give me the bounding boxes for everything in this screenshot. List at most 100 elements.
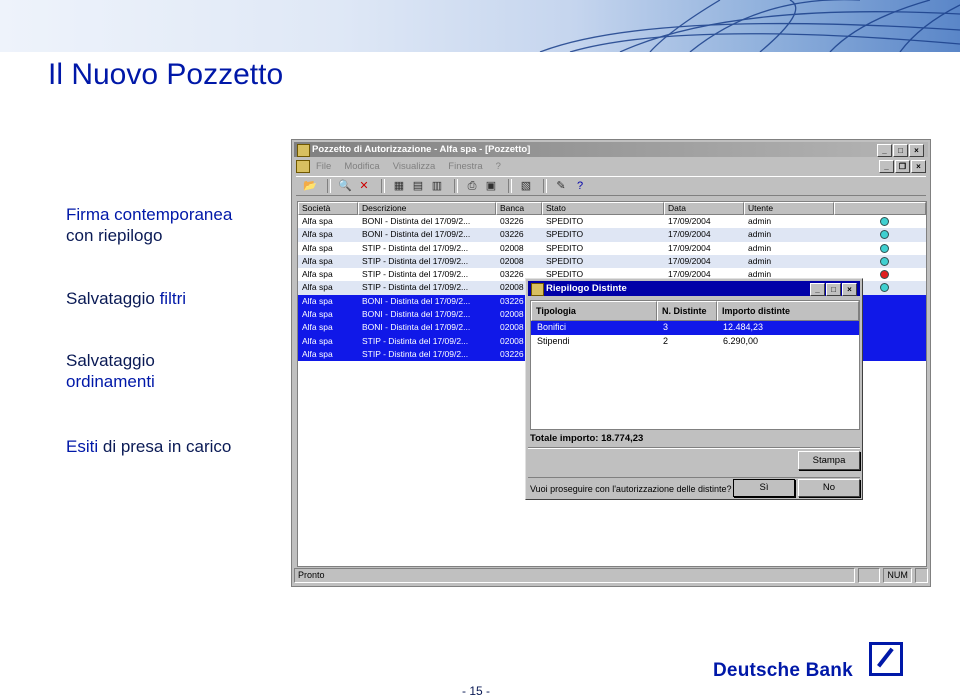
bullet-line: con riepilogo — [66, 226, 163, 245]
cell-data: 17/09/2004 — [668, 255, 711, 266]
riepilogo-table[interactable]: Tipologia N. Distinte Importo distinte B… — [530, 300, 860, 430]
deutsche-bank-logo-text: Deutsche Bank — [713, 660, 853, 681]
sign-icon[interactable]: ✎ — [553, 179, 569, 193]
no-button[interactable]: No — [798, 479, 860, 497]
toolbar: 📂 🔍 ✕ ▦ ▤ ▥ ⎙ ▣ ▧ ✎ ? — [296, 176, 926, 196]
menu-visualizza[interactable]: Visualizza — [393, 161, 436, 172]
help-icon[interactable]: ? — [572, 179, 588, 193]
cell-banca: 02008 — [500, 255, 524, 266]
cell-descrizione: STIP - Distinta del 17/09/2... — [362, 335, 469, 346]
delete-icon[interactable]: ✕ — [356, 179, 372, 193]
window-title: Pozzetto di Autorizzazione - Alfa spa - … — [312, 144, 531, 155]
bullet-text: filtri — [159, 289, 187, 308]
cell-stato: SPEDITO — [546, 216, 584, 226]
bullet-text: di presa in carico — [102, 437, 232, 456]
status-cell — [834, 242, 926, 255]
cell-descrizione: BONI - Distinta del 17/09/2... — [362, 322, 471, 333]
column-header-utente[interactable]: Utente — [744, 202, 834, 215]
window-titlebar[interactable]: Pozzetto di Autorizzazione - Alfa spa - … — [294, 142, 928, 157]
total-amount: Totale importo: 18.774,23 — [530, 433, 644, 444]
menu-finestra[interactable]: Finestra — [448, 161, 482, 172]
calendar-icon[interactable]: ▥ — [429, 179, 445, 193]
status-light-icon — [880, 283, 889, 293]
child-minimize-button[interactable]: _ — [879, 160, 894, 173]
cell-societa: Alfa spa — [302, 309, 333, 320]
column-header-descrizione[interactable]: Descrizione — [358, 202, 496, 215]
table-row[interactable]: Alfa spa BONI - Distinta del 17/09/2... 03… — [298, 228, 926, 242]
grid-header: Società Descrizione Banca Stato Data Ute… — [298, 202, 926, 215]
status-light-icon — [880, 230, 889, 240]
document-icon — [296, 159, 310, 173]
maximize-button[interactable]: □ — [826, 283, 841, 296]
cell-banca: 03226 — [500, 229, 524, 240]
child-restore-button[interactable]: ❐ — [895, 160, 910, 173]
column-header-societa[interactable]: Società — [298, 202, 358, 215]
table-row[interactable]: Alfa spa STIP - Distinta del 17/09/2... 02… — [298, 254, 926, 269]
menu-help[interactable]: ? — [496, 161, 501, 172]
cell-utente: admin — [748, 255, 772, 266]
child-close-button[interactable]: × — [911, 160, 926, 173]
column-header-stato[interactable]: Stato — [542, 202, 664, 215]
bullet-line: ordinamenti — [66, 372, 155, 391]
cell-data: 17/09/2004 — [668, 229, 711, 240]
cell-descrizione: STIP - Distinta del 17/09/2... — [362, 348, 469, 359]
cell-importo: 12.484,23 — [723, 322, 764, 332]
maximize-button[interactable]: □ — [893, 144, 908, 157]
bullet-text: Salvataggio — [66, 289, 155, 308]
cell-utente: admin — [748, 242, 772, 253]
divider — [528, 447, 860, 449]
cell-utente: admin — [748, 229, 772, 240]
filter-icon[interactable]: ▦ — [391, 179, 407, 193]
status-panel — [857, 568, 881, 583]
column-header-n-distinte[interactable]: N. Distinte — [657, 301, 717, 321]
filter-sort-icon[interactable]: ▤ — [410, 179, 426, 193]
status-light-icon — [880, 217, 889, 226]
minimize-button[interactable]: _ — [877, 144, 892, 157]
column-header-data[interactable]: Data — [664, 202, 744, 215]
table-row[interactable]: Alfa spa BONI - Distinta del 17/09/2... 03… — [298, 215, 926, 228]
cell-utente: admin — [748, 216, 772, 226]
app-icon — [297, 144, 310, 157]
table-row[interactable]: Stipendi 2 6.290,00 — [531, 335, 859, 349]
print-icon[interactable]: ⎙ — [464, 179, 480, 193]
column-header-banca[interactable]: Banca — [496, 202, 542, 215]
toolbar-separator — [381, 179, 385, 193]
cell-societa: Alfa spa — [302, 295, 333, 306]
menu-modifica[interactable]: Modifica — [344, 161, 379, 172]
cell-descrizione: STIP - Distinta del 17/09/2... — [362, 282, 469, 293]
cell-descrizione: BONI - Distinta del 17/09/2... — [362, 309, 471, 320]
confirm-question: Vuoi proseguire con l'autorizzazione del… — [530, 484, 732, 494]
minimize-button[interactable]: _ — [810, 283, 825, 296]
cell-descrizione: BONI - Distinta del 17/09/2... — [362, 229, 471, 240]
stampa-button[interactable]: Stampa — [798, 451, 860, 470]
open-icon[interactable]: 📂 — [302, 179, 318, 193]
dialog-titlebar[interactable]: Riepilogo Distinte _ □ × — [528, 281, 860, 296]
cell-data: 17/09/2004 — [668, 242, 711, 253]
document-icon[interactable]: ▧ — [518, 179, 534, 193]
print-preview-icon[interactable]: ▣ — [483, 179, 499, 193]
cell-banca: 03226 — [500, 216, 524, 226]
cell-n-distinte: 3 — [663, 322, 669, 332]
status-light-icon — [880, 270, 889, 280]
cell-tipologia: Stipendi — [537, 335, 570, 346]
cell-societa: Alfa spa — [302, 282, 333, 293]
status-cell — [834, 215, 926, 228]
status-light-icon — [880, 243, 889, 253]
table-row[interactable]: Bonifici 3 12.484,23 — [531, 321, 859, 335]
search-icon[interactable]: 🔍 — [337, 179, 353, 193]
yes-button[interactable]: Sì — [733, 479, 795, 497]
close-button[interactable]: × — [842, 283, 857, 296]
column-header-importo[interactable]: Importo distinte — [717, 301, 859, 321]
cell-tipologia: Bonifici — [537, 322, 567, 332]
menu-file[interactable]: File — [316, 161, 331, 172]
cell-stato: SPEDITO — [546, 255, 584, 266]
bullet-line: Salvataggio — [66, 351, 155, 370]
cell-stato: SPEDITO — [546, 229, 584, 240]
column-header-tipologia[interactable]: Tipologia — [531, 301, 657, 321]
cell-societa: Alfa spa — [302, 269, 333, 280]
table-header: Tipologia N. Distinte Importo distinte — [531, 301, 859, 321]
status-cell — [834, 228, 926, 241]
close-button[interactable]: × — [909, 144, 924, 157]
table-row[interactable]: Alfa spa STIP - Distinta del 17/09/2... 02… — [298, 242, 926, 255]
status-text: Pronto — [294, 568, 855, 583]
